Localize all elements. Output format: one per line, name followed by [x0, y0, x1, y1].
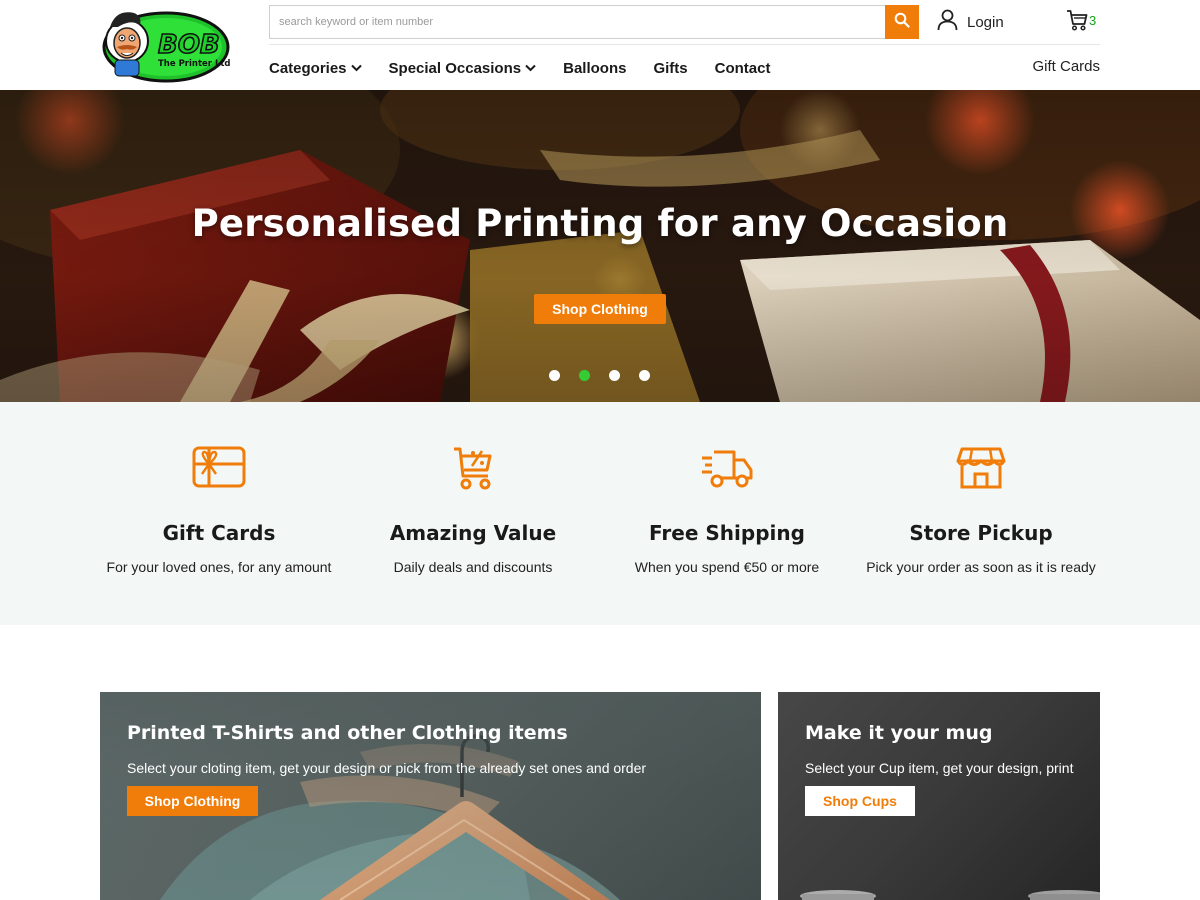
feature-amazing-value: Amazing Value Daily deals and discounts [346, 402, 600, 625]
carousel-dot-1[interactable] [549, 370, 560, 381]
chevron-down-icon [525, 64, 536, 72]
carousel-dot-2[interactable] [579, 370, 590, 381]
discount-cart-icon [346, 446, 600, 496]
cart-count-badge: 3 [1089, 12, 1097, 28]
logo-sub-text: The Printer Ltd [158, 59, 230, 69]
feature-desc: When you spend €50 or more [634, 559, 820, 575]
feature-title: Free Shipping [649, 521, 805, 545]
promo-card-clothing[interactable]: Printed T-Shirts and other Clothing item… [100, 692, 761, 900]
feature-gift-cards: Gift Cards For your loved ones, for any … [92, 402, 346, 625]
search-button[interactable] [885, 5, 919, 39]
shop-clothing-button[interactable]: Shop Clothing [127, 786, 258, 816]
gift-cards-link[interactable]: Gift Cards [1032, 58, 1100, 75]
search-bar [269, 5, 919, 39]
nav-contact[interactable]: Contact [715, 60, 771, 77]
feature-free-shipping: Free Shipping When you spend €50 or more [600, 402, 854, 625]
store-icon [854, 446, 1108, 496]
nav-label: Contact [714, 59, 771, 77]
nav-label: Balloons [563, 59, 627, 77]
promo-title: Printed T-Shirts and other Clothing item… [127, 722, 568, 744]
bob-the-printer-logo[interactable]: BOB The Printer Ltd [100, 3, 231, 87]
promo-title: Make it your mug [805, 722, 993, 744]
main-nav: Categories Special Occasions Balloons Gi… [269, 56, 797, 80]
features-strip: Gift Cards For your loved ones, for any … [0, 402, 1200, 625]
promo-desc: Select your cloting item, get your desig… [127, 760, 647, 776]
nav-gifts[interactable]: Gifts [653, 60, 687, 77]
nav-label: Special Occasions [388, 59, 522, 77]
cart-icon [1066, 9, 1088, 36]
hero-shop-clothing-button[interactable]: Shop Clothing [534, 294, 666, 324]
nav-special-occasions[interactable]: Special Occasions [389, 60, 537, 77]
login-label: Login [967, 13, 1004, 31]
feature-title: Amazing Value [389, 521, 557, 545]
nav-balloons[interactable]: Balloons [563, 60, 626, 77]
login-link[interactable]: Login [937, 9, 1004, 36]
feature-desc: Daily deals and discounts [393, 559, 553, 575]
feature-title: Store Pickup [909, 521, 1053, 545]
nav-categories[interactable]: Categories [269, 60, 362, 77]
promo-desc: Select your Cup item, get your design, p… [805, 760, 1074, 776]
feature-desc: Pick your order as soon as it is ready [866, 559, 1096, 575]
carousel-dot-4[interactable] [639, 370, 650, 381]
nav-label: Categories [269, 59, 347, 77]
promo-card-mugs[interactable]: Make it your mug Select your Cup item, g… [778, 692, 1100, 900]
hero-background-image [0, 90, 1200, 402]
chevron-down-icon [350, 64, 362, 72]
hero-title: Personalised Printing for any Occasion [191, 202, 1009, 245]
gift-card-icon [92, 446, 346, 496]
logo-main-text: BOB [158, 30, 220, 60]
hero-carousel: Personalised Printing for any Occasion S… [0, 90, 1200, 402]
delivery-truck-icon [600, 446, 854, 496]
search-input[interactable] [270, 6, 886, 38]
nav-label: Gifts [653, 59, 688, 77]
feature-title: Gift Cards [162, 521, 276, 545]
header-divider [269, 44, 1100, 45]
shop-cups-button[interactable]: Shop Cups [805, 786, 915, 816]
site-header: BOB The Printer Ltd Login 3 Categories S… [0, 0, 1200, 90]
carousel-dot-3[interactable] [609, 370, 620, 381]
feature-desc: For your loved ones, for any amount [106, 559, 332, 575]
cart-button[interactable]: 3 [1066, 9, 1097, 36]
user-icon [937, 9, 958, 36]
search-icon [894, 12, 910, 33]
feature-store-pickup: Store Pickup Pick your order as soon as … [854, 402, 1108, 625]
carousel-dots [549, 370, 669, 381]
